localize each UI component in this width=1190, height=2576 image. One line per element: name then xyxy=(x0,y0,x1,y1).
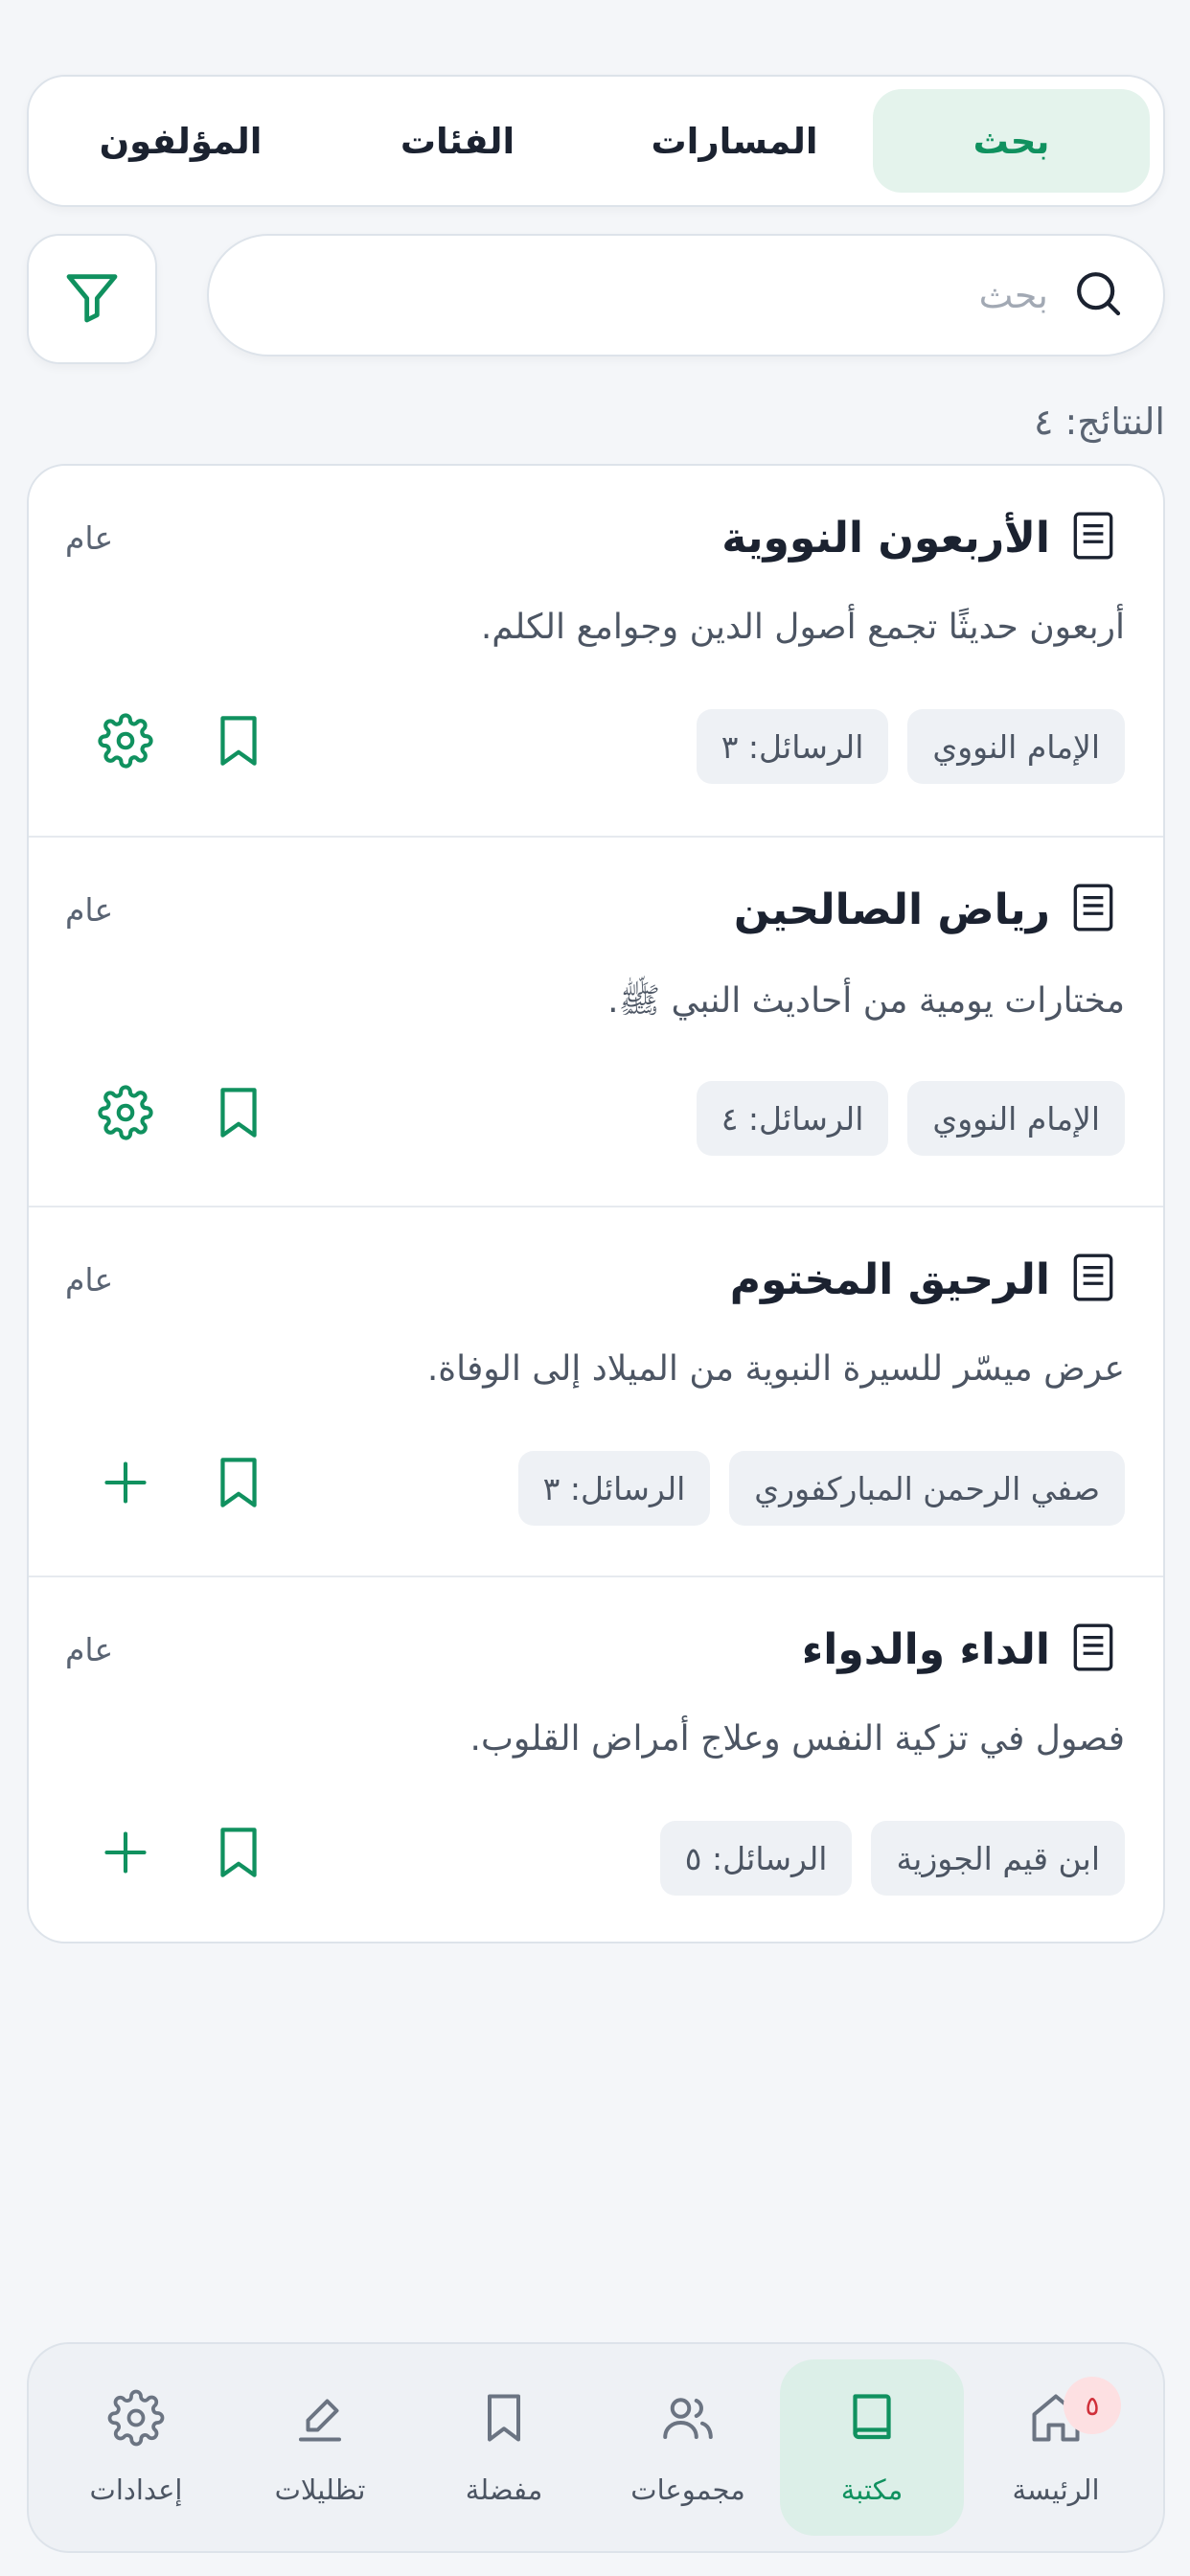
bookmark-icon[interactable] xyxy=(209,1823,268,1882)
list-item[interactable]: الرحيق المختوم عام عرض ميسّر للسيرة النب… xyxy=(29,1206,1163,1575)
top-tabs: بحث المسارات الفئات المؤلفون xyxy=(27,75,1165,207)
author-chip: صفي الرحمن المباركفوري xyxy=(729,1451,1125,1526)
item-title: الداء والدواء xyxy=(801,1624,1050,1674)
nav-label: إعدادات xyxy=(89,2473,183,2506)
item-title-row: الداء والدواء xyxy=(802,1622,1117,1677)
gear-icon[interactable] xyxy=(96,711,155,770)
bottom-nav: الرئيسة ٥ مكتبة مجموعات مفضلة تظليلات إع… xyxy=(27,2342,1165,2553)
item-title: رياض الصالحين xyxy=(733,885,1050,934)
item-description: فصول في تزكية النفس وعلاج أمراض القلوب. xyxy=(469,1719,1125,1759)
item-title-row: الرحيق المختوم xyxy=(730,1252,1117,1307)
author-chip: الإمام النووي xyxy=(907,1081,1125,1156)
book-icon xyxy=(1069,1622,1117,1677)
tab-categories[interactable]: الفئات xyxy=(319,89,596,193)
item-visibility: عام xyxy=(65,1631,114,1668)
messages-chip: الرسائل: ٣ xyxy=(517,1451,711,1526)
item-visibility: عام xyxy=(65,1261,114,1299)
notification-badge: ٥ xyxy=(1064,2377,1121,2434)
highlighter-icon xyxy=(291,2389,349,2450)
book-icon xyxy=(1069,882,1117,937)
bookmark-icon[interactable] xyxy=(209,1453,268,1512)
results-count: النتائج: ٤ xyxy=(1033,401,1165,443)
messages-chip: الرسائل: ٤ xyxy=(696,1081,889,1156)
item-description: مختارات يومية من أحاديث النبي ﷺ. xyxy=(607,981,1125,1021)
item-title-row: الأربعون النووية xyxy=(721,510,1117,565)
book-icon xyxy=(843,2389,901,2450)
item-description: عرض ميسّر للسيرة النبوية من الميلاد إلى … xyxy=(426,1349,1125,1389)
list-item[interactable]: الداء والدواء عام فصول في تزكية النفس وع… xyxy=(29,1576,1163,1942)
book-icon xyxy=(1069,1252,1117,1307)
tab-search[interactable]: بحث xyxy=(873,89,1150,193)
list-item[interactable]: رياض الصالحين عام مختارات يومية من أحادي… xyxy=(29,836,1163,1205)
nav-label: مفضلة xyxy=(465,2473,543,2506)
search-icon xyxy=(1071,266,1125,324)
item-description: أربعون حديثًا تجمع أصول الدين وجوامع الك… xyxy=(480,608,1125,647)
plus-icon[interactable] xyxy=(96,1823,155,1882)
settings-icon xyxy=(107,2389,165,2450)
book-icon xyxy=(1069,510,1117,565)
item-visibility: عام xyxy=(65,891,114,929)
list-item[interactable]: الأربعون النووية عام أربعون حديثًا تجمع … xyxy=(29,466,1163,835)
gear-icon[interactable] xyxy=(96,1083,155,1142)
nav-library[interactable]: مكتبة xyxy=(780,2359,964,2536)
search-input[interactable] xyxy=(247,274,1048,316)
results-list: الأربعون النووية عام أربعون حديثًا تجمع … xyxy=(27,464,1165,1944)
author-chip: ابن قيم الجوزية xyxy=(871,1821,1125,1896)
bookmark-icon[interactable] xyxy=(209,711,268,770)
nav-label: مجموعات xyxy=(630,2473,745,2506)
item-title-row: رياض الصالحين xyxy=(734,882,1117,937)
messages-chip: الرسائل: ٥ xyxy=(659,1821,853,1896)
nav-settings[interactable]: إعدادات xyxy=(44,2359,228,2536)
nav-favorites[interactable]: مفضلة xyxy=(412,2359,596,2536)
item-title: الأربعون النووية xyxy=(721,513,1050,563)
filter-icon xyxy=(61,266,123,332)
nav-groups[interactable]: مجموعات xyxy=(596,2359,780,2536)
search-bar xyxy=(207,234,1165,356)
nav-label: الرئيسة xyxy=(1012,2473,1100,2506)
author-chip: الإمام النووي xyxy=(907,709,1125,784)
plus-icon[interactable] xyxy=(96,1453,155,1512)
bookmark-icon xyxy=(475,2389,533,2450)
nav-label: مكتبة xyxy=(840,2473,904,2506)
users-icon xyxy=(659,2389,717,2450)
bookmark-icon[interactable] xyxy=(209,1083,268,1142)
tab-tracks[interactable]: المسارات xyxy=(596,89,873,193)
filter-button[interactable] xyxy=(27,234,157,364)
nav-label: تظليلات xyxy=(274,2473,366,2506)
nav-home[interactable]: الرئيسة ٥ xyxy=(964,2359,1148,2536)
tab-authors[interactable]: المؤلفون xyxy=(42,89,319,193)
item-title: الرحيق المختوم xyxy=(729,1254,1050,1304)
item-visibility: عام xyxy=(65,519,114,557)
messages-chip: الرسائل: ٣ xyxy=(696,709,889,784)
nav-highlights[interactable]: تظليلات xyxy=(228,2359,412,2536)
